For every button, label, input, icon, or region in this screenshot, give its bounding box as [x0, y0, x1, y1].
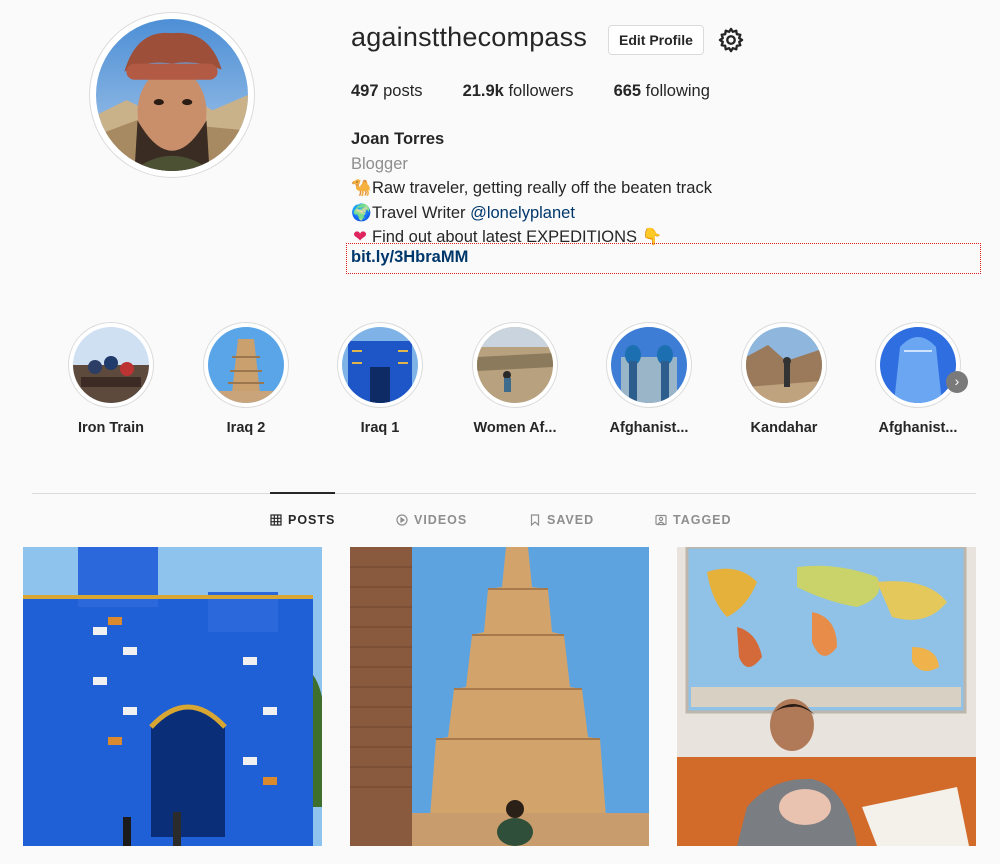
highlight-label: Afghanist... [609, 420, 689, 436]
tab-tagged[interactable]: TAGGED [655, 513, 732, 527]
highlight-item[interactable]: Iraq 1 [315, 322, 445, 436]
profile-stats: 497 posts 21.9k followers 665 following [351, 82, 750, 101]
profile-username: againstthecompass [351, 22, 588, 52]
followers-count: 21.9k [462, 82, 504, 100]
post-thumbnail[interactable] [677, 547, 976, 846]
chevron-right-icon[interactable]: › [946, 371, 968, 393]
profile-full-name: Joan Torres [351, 130, 445, 148]
posts-count: 497 [351, 82, 379, 100]
highlight-cover [741, 322, 827, 408]
tab-label: SAVED [547, 513, 595, 527]
bio-line-1: 🐪Raw traveler, getting really off the be… [351, 176, 712, 201]
tag-icon [655, 514, 667, 526]
highlight-item[interactable]: Women Af... [450, 322, 580, 436]
highlight-label: Iraq 1 [360, 420, 400, 436]
highlight-item[interactable]: Afghanist... [584, 322, 714, 436]
bio-line-1-text: Raw traveler, getting really off the bea… [372, 179, 712, 197]
highlight-item[interactable]: Iron Train [46, 322, 176, 436]
highlight-item[interactable]: Iraq 2 [181, 322, 311, 436]
posts-stat: 497 posts [351, 82, 423, 101]
bio-line-2: 🌍Travel Writer @lonelyplanet [351, 201, 712, 226]
tab-videos[interactable]: VIDEOS [396, 513, 467, 527]
highlight-cover [606, 322, 692, 408]
grid-icon [270, 514, 282, 526]
post-image-ishtar-gate [23, 547, 322, 846]
following-stat[interactable]: 665 following [614, 82, 710, 101]
profile-category: Blogger [351, 154, 408, 173]
highlight-cover [337, 322, 423, 408]
highlight-cover [203, 322, 289, 408]
following-count: 665 [613, 82, 642, 100]
bio-line-2-text: Travel Writer [372, 203, 471, 222]
tab-posts[interactable]: POSTS [270, 513, 335, 527]
profile-avatar[interactable] [89, 12, 255, 178]
followers-label: followers [503, 82, 574, 100]
tab-label: POSTS [288, 513, 336, 527]
highlight-label: Kandahar [750, 420, 818, 436]
tab-label: TAGGED [673, 513, 732, 527]
highlight-label: Afghanist... [878, 420, 958, 436]
avatar-photo [96, 19, 248, 171]
highlight-cover [875, 322, 961, 408]
post-thumbnail[interactable] [350, 547, 649, 846]
bio-mention-link[interactable]: @lonelyplanet [470, 204, 575, 222]
following-label: following [641, 82, 710, 100]
tab-saved[interactable]: SAVED [529, 513, 594, 527]
play-icon [396, 514, 408, 526]
story-highlights: Iron Train Iraq 2 Iraq 1 Women Af... Afg… [0, 322, 1000, 452]
globe-icon: 🌍 [351, 203, 372, 222]
post-image-world-map [677, 547, 976, 846]
highlight-item[interactable]: Kandahar [719, 322, 849, 436]
bio-external-link[interactable]: bit.ly/3HbraMM [351, 248, 468, 267]
highlight-label: Women Af... [473, 420, 557, 436]
profile-bio: Joan Torres Blogger 🐪Raw traveler, getti… [351, 127, 712, 250]
followers-stat[interactable]: 21.9k followers [463, 82, 574, 101]
active-tab-indicator [270, 492, 335, 494]
posts-label: posts [378, 82, 423, 100]
highlight-cover [472, 322, 558, 408]
post-thumbnail[interactable] [23, 547, 322, 846]
tabs-divider [32, 493, 976, 494]
tab-label: VIDEOS [414, 513, 468, 527]
highlight-label: Iron Train [77, 420, 145, 436]
edit-profile-button[interactable]: Edit Profile [608, 25, 704, 55]
highlight-label: Iraq 2 [226, 420, 266, 436]
camel-icon: 🐪 [351, 179, 372, 197]
gear-icon[interactable] [717, 26, 745, 54]
bookmark-icon [530, 514, 540, 526]
post-image-spiral-minaret [350, 547, 649, 846]
highlight-cover [68, 322, 154, 408]
